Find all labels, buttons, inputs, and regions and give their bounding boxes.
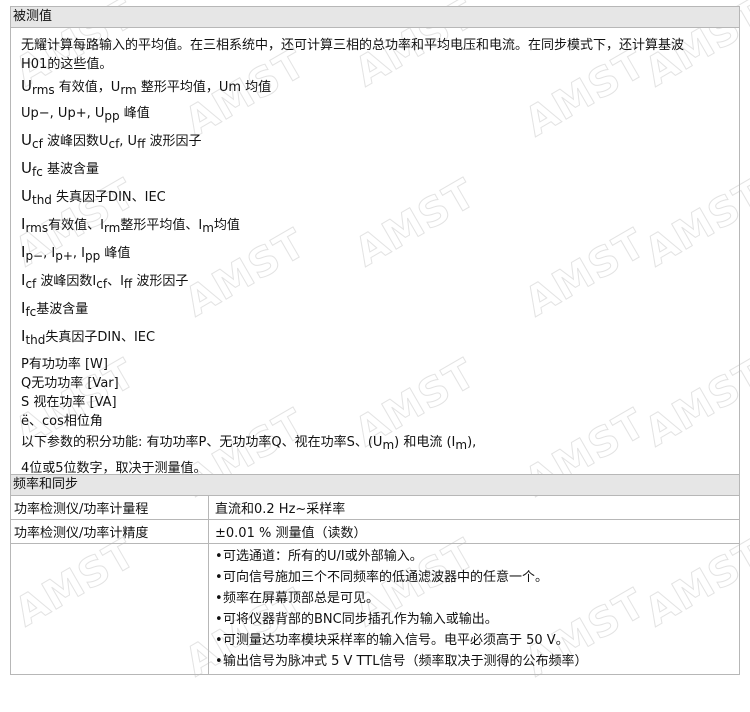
text: , U — [119, 134, 138, 149]
text: 基波含量 — [36, 302, 89, 317]
subscript: p− — [25, 249, 44, 263]
table-row: 可选通道：所有的U/I或外部输入。 可向信号施加三个不同频率的低通滤波器中的任意… — [11, 543, 739, 674]
integral-function-item: 以下参数的积分功能: 有功功率P、无功功率Q、视在功率S、(Um) 和电流 (I… — [21, 431, 735, 457]
subscript: pp — [104, 109, 120, 123]
text: 波峰因数I — [36, 274, 97, 289]
measured-values-body: 无耀计算每路输入的平均值。在三相系统中，还可计算三相的总功率和平均电压和电流。在… — [11, 28, 739, 487]
current-peak-item: Ip−, Ip+, Ipp 峰值 — [21, 240, 735, 268]
subscript: thd — [31, 193, 52, 207]
subscript: cf — [31, 137, 43, 151]
row-label — [11, 543, 209, 674]
subscript: cf — [96, 277, 108, 291]
text: 均值 — [213, 218, 240, 233]
text: 有效值，U — [54, 80, 121, 95]
text: 失真因子DIN、IEC — [45, 330, 156, 345]
subscript: rm — [103, 221, 121, 235]
reactive-power-item: Q无功功率 [Var] — [21, 376, 119, 391]
text: 失真因子DIN、IEC — [51, 190, 166, 205]
subscript: m — [202, 221, 214, 235]
subscript: fc — [25, 305, 37, 319]
row-value: 直流和0.2 Hz~采样率 — [215, 502, 346, 517]
voltage-rms-item: Urms 有效值，Urm 整形平均值，Um 均值 — [21, 74, 735, 102]
list-item: 可向信号施加三个不同频率的低通滤波器中的任意一个。 — [215, 567, 736, 588]
subscript: cf — [108, 137, 120, 151]
current-rms-item: Irms有效值、Irm整形平均值、Im均值 — [21, 212, 735, 240]
subscript: p+ — [55, 249, 73, 263]
subscript: rms — [25, 221, 49, 235]
subscript: m — [382, 438, 395, 452]
bullet-list: 可选通道：所有的U/I或外部输入。 可向信号施加三个不同频率的低通滤波器中的任意… — [215, 544, 736, 674]
intro-line: 无耀计算每路输入的平均值。在三相系统中，还可计算三相的总功率和平均电压和电流。在… — [21, 38, 685, 53]
phase-angle-item: ё、cos相位角 — [21, 414, 103, 429]
list-item: 可选通道：所有的U/I或外部输入。 — [215, 546, 736, 567]
current-fundamental-item: Ifc基波含量 — [21, 296, 735, 324]
text: 整形平均值、I — [120, 218, 203, 233]
row-value: 可选通道：所有的U/I或外部输入。 可向信号施加三个不同频率的低通滤波器中的任意… — [208, 543, 739, 674]
subscript: ff — [123, 277, 133, 291]
row-label: 功率检测仪/功率计量程 — [11, 496, 209, 520]
active-power-item: P有功功率 [W] — [21, 357, 108, 372]
subscript: cf — [25, 277, 37, 291]
measured-values-section: 被测值 无耀计算每路输入的平均值。在三相系统中，还可计算三相的总功率和平均电压和… — [10, 6, 740, 488]
text: 整形平均值，Um 均值 — [136, 80, 272, 95]
text: ), — [467, 435, 477, 450]
subscript: m — [455, 438, 468, 452]
voltage-fundamental-item: Ufc 基波含量 — [21, 156, 735, 184]
text: 波形因子 — [132, 274, 189, 289]
table-row: 功率检测仪/功率计量程 直流和0.2 Hz~采样率 — [11, 496, 739, 520]
symbol: U — [21, 187, 32, 205]
text: 峰值 — [119, 106, 150, 121]
text: 波峰因数U — [42, 134, 109, 149]
section-title: 频率和同步 — [11, 475, 739, 496]
text: 波形因子 — [145, 134, 202, 149]
text: 、I — [107, 274, 124, 289]
text: , I — [72, 246, 85, 261]
intro-line: H01的这些值。 — [21, 57, 113, 72]
row-label: 功率检测仪/功率计精度 — [11, 519, 209, 544]
voltage-crest-item: Ucf 波峰因数Ucf, Uff 波形因子 — [21, 128, 735, 156]
list-item: 可将仪器背部的BNC同步插孔作为输入或输出。 — [215, 609, 736, 630]
text: 有效值、I — [48, 218, 104, 233]
text: 基波含量 — [42, 162, 99, 177]
current-thd-item: Ithd失真因子DIN、IEC — [21, 324, 735, 352]
text: ) 和电流 (I — [394, 435, 456, 450]
frequency-sync-section: 频率和同步 功率检测仪/功率计量程 直流和0.2 Hz~采样率 功率检测仪/功率… — [10, 474, 740, 675]
subscript: rms — [31, 83, 55, 97]
current-crest-item: Icf 波峰因数Icf、Iff 波形因子 — [21, 268, 735, 296]
text: Up−, Up+, U — [21, 106, 105, 121]
symbol: U — [21, 131, 32, 149]
subscript: pp — [85, 249, 101, 263]
apparent-power-item: S 视在功率 [VA] — [21, 395, 117, 410]
voltage-thd-item: Uthd 失真因子DIN、IEC — [21, 184, 735, 212]
subscript: thd — [25, 333, 46, 347]
subscript: rm — [120, 83, 137, 97]
text: 峰值 — [100, 246, 131, 261]
list-item: 可测量达功率模块采样率的输入信号。电平必须高于 50 V。 — [215, 630, 736, 651]
subscript: fc — [31, 165, 43, 179]
symbol: U — [21, 159, 32, 177]
symbol: U — [21, 77, 32, 95]
text: 以下参数的积分功能: 有功功率P、无功功率Q、视在功率S、(U — [21, 435, 383, 450]
text: , I — [43, 246, 56, 261]
voltage-peak-item: Up−, Up+, Upp 峰值 — [21, 102, 735, 128]
row-value: ±0.01 % 测量值（读数） — [208, 519, 739, 544]
list-item: 输出信号为脉冲式 5 V TTL信号（频率取决于测得的公布频率） — [215, 651, 736, 672]
frequency-table: 功率检测仪/功率计量程 直流和0.2 Hz~采样率 功率检测仪/功率计精度 ±0… — [11, 496, 739, 674]
table-row: 功率检测仪/功率计精度 ±0.01 % 测量值（读数） — [11, 519, 739, 544]
section-title: 被测值 — [11, 7, 739, 28]
list-item: 频率在屏幕顶部总是可见。 — [215, 588, 736, 609]
